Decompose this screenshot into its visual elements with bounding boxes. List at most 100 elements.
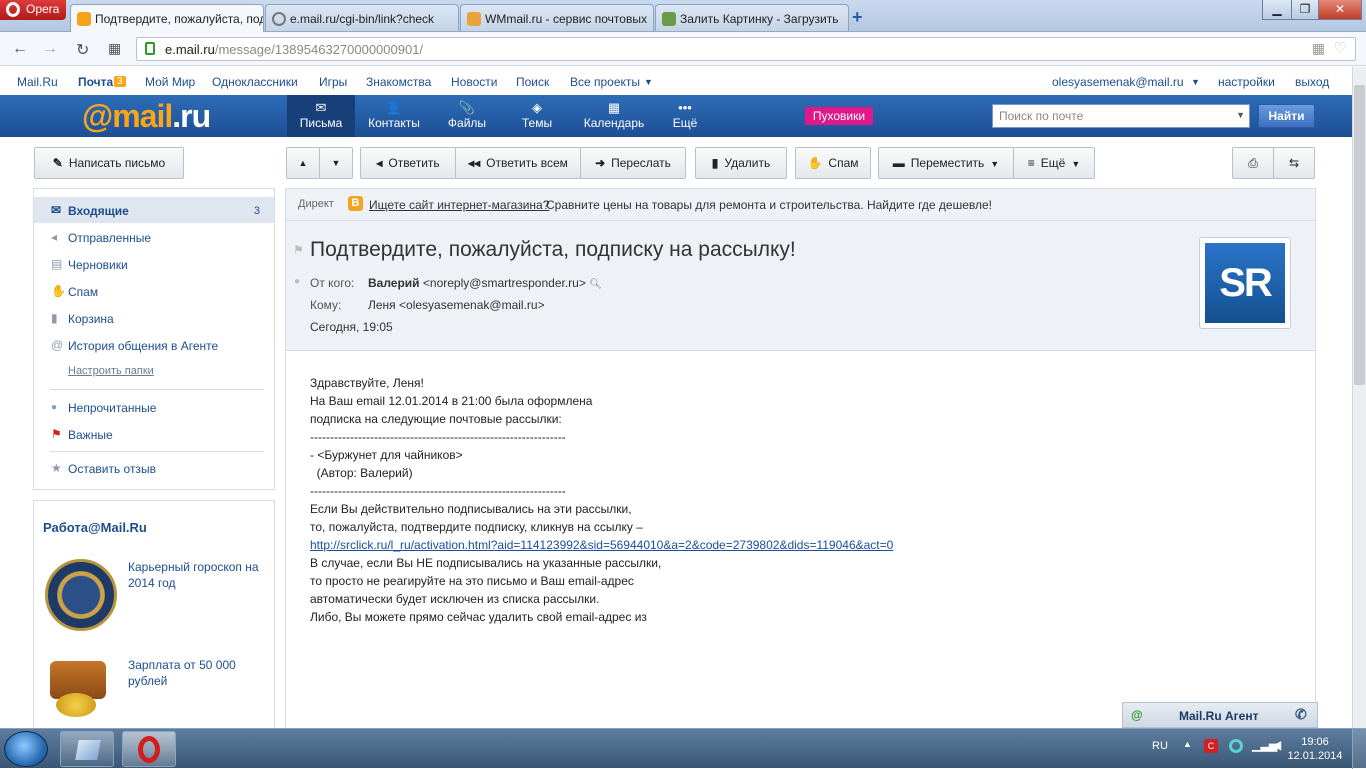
print-button[interactable]: ⎙ [1232, 147, 1274, 179]
phone-icon[interactable]: ✆ [1295, 706, 1307, 723]
forward-button[interactable]: ➜ Переслать [580, 147, 686, 179]
compose-button[interactable]: ✎ Написать письмо [34, 147, 184, 179]
url-input[interactable]: e.mail.ru/message/13895463270000000901/ … [136, 37, 1356, 61]
system-clock[interactable]: 19:06 12.01.2014 [1284, 735, 1346, 763]
sender-email[interactable]: <noreply@smartresponder.ru> [423, 276, 586, 290]
body-line: В случае, если Вы НЕ подписывались на ук… [310, 556, 662, 570]
translate-icon: ⇆ [1288, 156, 1300, 170]
reply-all-button[interactable]: ◂◂ Ответить всем [455, 147, 581, 179]
spam-button[interactable]: ✋ Спам [795, 147, 871, 179]
feedback-link[interactable]: ★ Оставить отзыв [34, 455, 274, 481]
nav-files[interactable]: 📎 Файлы [433, 95, 501, 137]
magnifier-icon[interactable]: 🔍︎ [589, 279, 602, 290]
nav-themes[interactable]: ◈ Темы [503, 95, 571, 137]
language-indicator[interactable]: RU [1152, 740, 1168, 752]
user-email[interactable]: olesyasemenak@mail.ru [1052, 75, 1184, 89]
volume-icon[interactable]: ◀ [1272, 738, 1281, 752]
translate-button[interactable]: ⇆ [1273, 147, 1315, 179]
portal-link-dating[interactable]: Знакомства [366, 75, 431, 89]
activation-link[interactable]: http://srclick.ru/l_ru/activation.html?a… [310, 536, 893, 554]
wallet-image[interactable] [46, 661, 112, 721]
start-button[interactable] [4, 731, 48, 767]
search-button[interactable]: Найти [1258, 104, 1315, 128]
sender-name[interactable]: Валерий [368, 276, 420, 290]
heart-icon[interactable]: ♡ [1334, 39, 1347, 57]
portal-link-news[interactable]: Новости [451, 75, 497, 89]
status-dot-icon[interactable]: ● [294, 276, 300, 287]
portal-link-mail[interactable]: Почта [78, 75, 113, 89]
opera-icon [138, 736, 160, 763]
clock-time: 19:06 [1301, 736, 1329, 748]
more-actions-button[interactable]: ≡ Ещё ▼ [1013, 147, 1095, 179]
next-message-button[interactable]: ▼ [319, 147, 353, 179]
recipient[interactable]: Леня <olesyasemenak@mail.ru> [368, 298, 545, 312]
mail-search-input[interactable]: Поиск по почте ▼ [992, 104, 1250, 128]
page-scrollbar[interactable] [1352, 67, 1366, 728]
reply-all-label: Ответить всем [486, 156, 568, 170]
back-icon[interactable]: ← [12, 40, 28, 58]
taskbar-app-opera[interactable] [122, 731, 176, 767]
browser-tab-3[interactable]: WMmail.ru - сервис почтовых [460, 4, 654, 31]
direct-ad-link[interactable]: Ищете сайт интернет-магазина? [369, 198, 549, 212]
message-body: Здравствуйте, Леня! На Ваш email 12.01.2… [310, 374, 893, 626]
folder-inbox[interactable]: ✉ Входящие 3 [34, 197, 274, 223]
delete-button[interactable]: ▮ Удалить [695, 147, 787, 179]
work-item-salary[interactable]: Зарплата от 50 000 рублей [128, 657, 268, 689]
prev-message-button[interactable]: ▲ [286, 147, 320, 179]
nav-more[interactable]: ••• Ещё [651, 95, 719, 137]
tray-arrow-icon[interactable]: ▲ [1183, 739, 1192, 749]
folder-agent-history[interactable]: @ История общения в Агенте [34, 332, 274, 358]
person-icon: 👤 [385, 100, 403, 115]
settings-link[interactable]: настройки [1218, 75, 1275, 89]
scrollbar-thumb[interactable] [1354, 85, 1365, 385]
tab-title: e.mail.ru/cgi-bin/link?check [290, 12, 435, 26]
view-icon[interactable]: ▦ [1312, 40, 1325, 57]
folder-trash[interactable]: ▮ Корзина [34, 305, 274, 331]
loading-icon [272, 12, 286, 26]
show-desktop-button[interactable] [1352, 729, 1366, 769]
close-window-button[interactable]: ✕ [1318, 0, 1362, 20]
speed-dial-icon[interactable]: ▦ [108, 40, 121, 57]
move-button[interactable]: ▬ Переместить ▼ [878, 147, 1014, 179]
antivirus-icon[interactable]: C [1204, 739, 1218, 753]
portal-nav: Mail.Ru Почта 3 Мой Мир Одноклассники Иг… [0, 67, 1352, 95]
portal-link-mailru[interactable]: Mail.Ru [17, 75, 58, 89]
filter-important[interactable]: ⚑ Важные [34, 421, 274, 447]
reply-button[interactable]: ◂ Ответить [360, 147, 456, 179]
reload-icon[interactable]: ↻ [76, 40, 89, 60]
portal-link-games[interactable]: Игры [319, 75, 347, 89]
agent-bar[interactable]: @ Mail.Ru Агент ✆ [1122, 702, 1318, 728]
logout-link[interactable]: выход [1295, 75, 1329, 89]
portal-link-mymir[interactable]: Мой Мир [145, 75, 195, 89]
portal-link-search[interactable]: Поиск [516, 75, 549, 89]
portal-link-ok[interactable]: Одноклассники [212, 75, 298, 89]
browser-tab-1[interactable]: Подтвердите, пожалуйста, подписку на рас… [70, 4, 264, 32]
folder-drafts[interactable]: ▤ Черновики [34, 251, 274, 277]
flag-icon[interactable]: ⚑ [293, 243, 304, 257]
taskbar-app-explorer[interactable] [60, 731, 114, 767]
forward-icon[interactable]: → [42, 40, 58, 58]
browser-tab-2[interactable]: e.mail.ru/cgi-bin/link?check [265, 4, 459, 31]
browser-tab-4[interactable]: Залить Картинку - Загрузить [655, 4, 849, 31]
minimize-button[interactable]: ▁ [1262, 0, 1292, 20]
chevron-down-icon[interactable]: ▼ [1236, 110, 1245, 120]
sync-icon[interactable] [1229, 739, 1243, 753]
nav-contacts[interactable]: 👤 Контакты [360, 95, 428, 137]
folder-sent[interactable]: ◂ Отправленные [34, 224, 274, 250]
promo-badge[interactable]: Пуховики [805, 107, 873, 125]
new-tab-button[interactable]: + [852, 7, 863, 28]
filter-unread[interactable]: ● Непрочитанные [34, 394, 274, 420]
configure-folders-link[interactable]: Настроить папки [68, 365, 154, 377]
work-title[interactable]: Работа@Mail.Ru [43, 520, 147, 535]
opera-menu-button[interactable]: Opera [0, 0, 66, 20]
horoscope-image[interactable] [45, 559, 117, 631]
portal-link-all-projects[interactable]: Все проекты [570, 75, 640, 89]
nav-calendar[interactable]: ▦ Календарь [578, 95, 650, 137]
maximize-button[interactable]: ❐ [1291, 0, 1319, 20]
forward-arrow-icon: ➜ [595, 156, 606, 170]
nav-letters[interactable]: ✉ Письма [287, 95, 355, 137]
filter-label: Непрочитанные [68, 401, 157, 415]
work-item-horoscope[interactable]: Карьерный гороскоп на 2014 год [128, 559, 268, 591]
folder-spam[interactable]: ✋ Спам [34, 278, 274, 304]
mailru-logo[interactable]: @mail.ru [82, 98, 211, 135]
